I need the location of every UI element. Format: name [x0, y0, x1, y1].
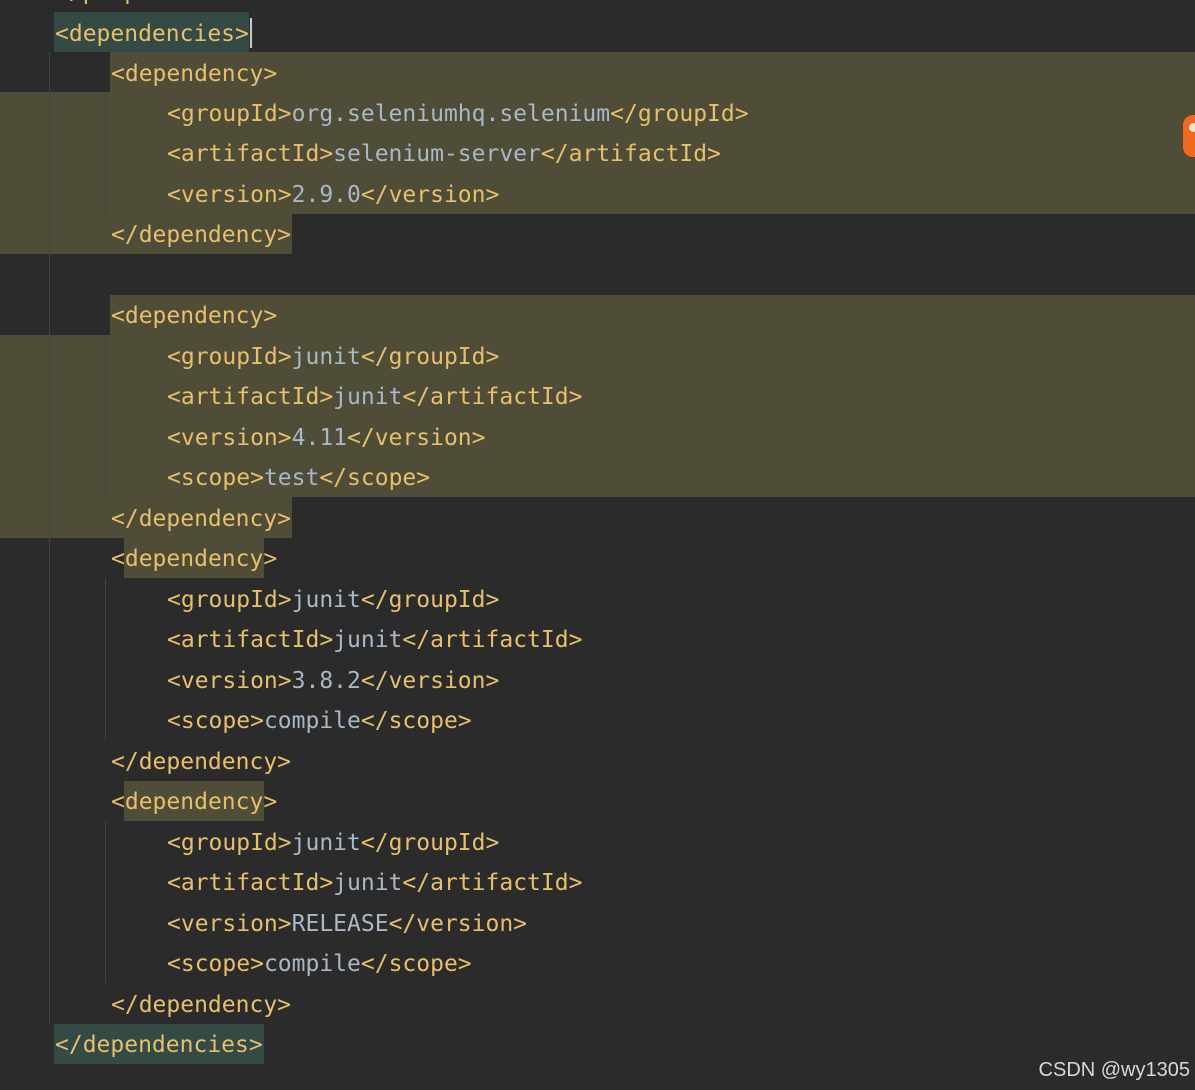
code-line[interactable]: <version>4.11</version> [167, 418, 486, 458]
indent-guide [49, 52, 50, 1024]
xml-text-value: RELEASE [291, 911, 389, 937]
xml-tag-close: </groupId> [360, 830, 500, 856]
xml-tag-close: </groupId> [360, 344, 500, 370]
code-line[interactable]: <version>2.9.0</version> [167, 175, 499, 215]
xml-text-value: org.seleniumhq.selenium [291, 101, 611, 127]
xml-tag-close: </version> [360, 668, 500, 694]
code-line[interactable]: <artifactId>junit</artifactId> [167, 620, 582, 660]
code-line[interactable]: <dependency> [111, 54, 277, 94]
code-line[interactable]: <dependencies> [55, 14, 249, 54]
xml-tag-open: <groupId> [167, 101, 292, 127]
code-line[interactable]: <dependency> [111, 782, 277, 822]
xml-tag-open: </dependency> [111, 992, 292, 1018]
xml-text-value: compile [263, 708, 361, 734]
indent-guide [105, 335, 106, 497]
xml-tag-close: </scope> [360, 708, 472, 734]
code-line[interactable]: </dependencies> [55, 1025, 263, 1065]
code-line[interactable]: </dependency> [111, 742, 291, 782]
xml-tag-open: </dependency> [111, 506, 292, 532]
partial-code-line: </properties> [0, 0, 1195, 12]
code-line[interactable]: <artifactId>junit</artifactId> [167, 863, 582, 903]
xml-tag-open: </dependencies> [55, 1032, 263, 1058]
xml-tag-open: <version> [167, 425, 292, 451]
xml-tag-open: <artifactId> [167, 141, 334, 167]
xml-tag-close: </artifactId> [402, 627, 583, 653]
code-editor[interactable]: </properties> <dependencies> <dependency… [0, 0, 1195, 1090]
xml-tag-open: <groupId> [167, 587, 292, 613]
xml-tag-close: </artifactId> [402, 384, 583, 410]
code-line[interactable]: <version>3.8.2</version> [167, 661, 499, 701]
xml-tag-open: <dependencies> [55, 21, 249, 47]
plugin-marker-icon[interactable] [1183, 115, 1195, 157]
xml-tag-close: </scope> [319, 465, 431, 491]
xml-tag-open: <artifactId> [167, 384, 334, 410]
xml-tag-open: </dependency> [111, 749, 292, 775]
indent-guide [105, 821, 106, 983]
xml-tag-open: <groupId> [167, 344, 292, 370]
xml-text-value: junit [333, 627, 403, 653]
indent-guide [105, 92, 106, 214]
code-line[interactable]: <groupId>junit</groupId> [167, 580, 499, 620]
xml-text-value: compile [263, 951, 361, 977]
xml-tag-open: <scope> [167, 951, 264, 977]
xml-tag-open: <groupId> [167, 830, 292, 856]
code-line[interactable]: <dependency> [111, 296, 277, 336]
xml-tag-close: </groupId> [610, 101, 749, 127]
code-line[interactable]: </dependency> [111, 985, 291, 1025]
xml-tag-open: <artifactId> [167, 870, 334, 896]
code-line[interactable]: </dependency> [111, 215, 291, 255]
code-line[interactable]: </dependency> [111, 499, 291, 539]
text-caret [250, 18, 252, 48]
code-line[interactable]: <groupId>org.seleniumhq.selenium</groupI… [167, 94, 749, 134]
code-line[interactable]: <version>RELEASE</version> [167, 904, 527, 944]
xml-tag-close: </version> [347, 425, 486, 451]
xml-tag-open: <artifactId> [167, 627, 334, 653]
watermark: CSDN @wy1305 [1038, 1059, 1190, 1081]
xml-tag-open: <version> [167, 911, 292, 937]
xml-tag-open: <version> [167, 668, 292, 694]
xml-tag-close: > [263, 789, 278, 815]
xml-text-value: junit [291, 830, 361, 856]
code-line[interactable]: <scope>compile</scope> [167, 944, 472, 984]
xml-tag-open: <dependency> [111, 303, 278, 329]
xml-tag-open: <scope> [167, 465, 264, 491]
xml-tag-open: < [111, 546, 125, 572]
xml-tag-close: </version> [388, 911, 528, 937]
xml-tag-name: dependency [124, 789, 264, 815]
xml-text-value: 4.11 [291, 425, 348, 451]
xml-tag-close: > [263, 546, 278, 572]
xml-tag-open: <dependency> [111, 61, 278, 87]
xml-tag-close: </version> [360, 182, 500, 208]
code-line[interactable]: <artifactId>selenium-server</artifactId> [167, 134, 721, 174]
xml-text-value: junit [333, 384, 403, 410]
code-line[interactable]: <artifactId>junit</artifactId> [167, 377, 582, 417]
indent-guide [105, 578, 106, 740]
xml-text-value: junit [291, 587, 361, 613]
code-line[interactable]: <dependency> [111, 539, 277, 579]
code-line[interactable]: <scope>compile</scope> [167, 701, 472, 741]
xml-tag-name: dependency [124, 546, 264, 572]
xml-text-value: selenium-server [333, 141, 541, 167]
code-line[interactable]: <groupId>junit</groupId> [167, 823, 499, 863]
xml-tag-open: < [111, 789, 125, 815]
code-line[interactable]: <scope>test</scope> [167, 458, 430, 498]
xml-tag-close: </artifactId> [540, 141, 721, 167]
xml-text-value: 3.8.2 [291, 668, 361, 694]
xml-text-value: junit [333, 870, 403, 896]
xml-tag-open: <scope> [167, 708, 264, 734]
xml-text-value: junit [291, 344, 361, 370]
xml-tag-close: </artifactId> [402, 870, 583, 896]
xml-tag-close: </scope> [360, 951, 472, 977]
xml-text-value: test [263, 465, 320, 491]
code-line[interactable]: <groupId>junit</groupId> [167, 337, 499, 377]
partial-code-text: </properties> [55, 0, 235, 12]
xml-text-value: 2.9.0 [291, 182, 361, 208]
xml-tag-close: </groupId> [360, 587, 500, 613]
xml-tag-open: </dependency> [111, 222, 292, 248]
xml-tag-open: <version> [167, 182, 292, 208]
